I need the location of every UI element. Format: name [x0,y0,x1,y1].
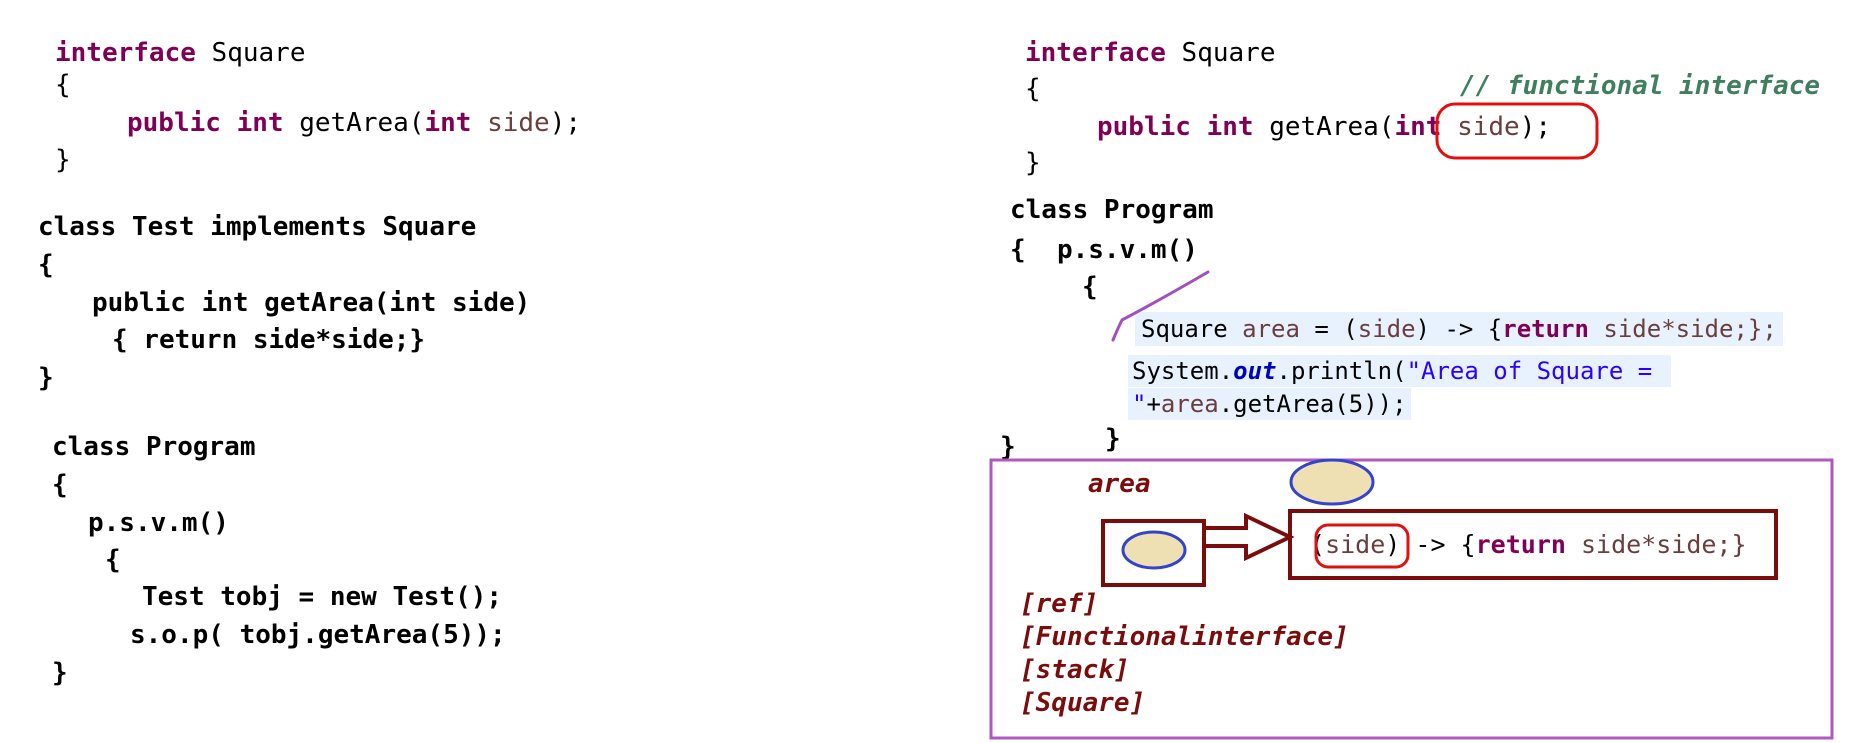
param-highlight-outline [1435,102,1599,160]
lambda-param-outline [1314,523,1410,569]
memory-frame [989,458,1834,740]
ref-arrow [1202,512,1295,562]
heap-ellipse [1289,458,1375,506]
ref-ellipse [1121,530,1187,570]
check-mark-icon [1111,270,1210,342]
annotation-layer [989,102,1834,740]
